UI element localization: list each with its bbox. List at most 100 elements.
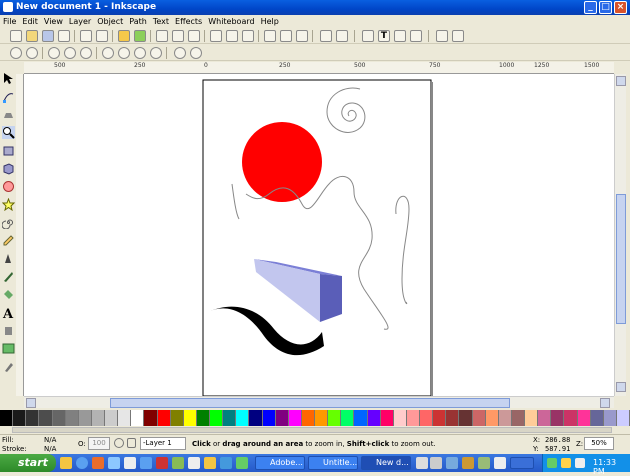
- menu-path[interactable]: Path: [126, 15, 150, 28]
- palette-swatch[interactable]: [433, 410, 447, 426]
- cut-icon[interactable]: [172, 30, 184, 42]
- vertical-scrollbar[interactable]: [614, 74, 626, 396]
- tray-icon[interactable]: [547, 458, 557, 468]
- palette-swatch[interactable]: [301, 410, 315, 426]
- zoom-fit-page-icon[interactable]: [134, 47, 146, 59]
- palette-swatch[interactable]: [551, 410, 565, 426]
- palette-swatch[interactable]: [472, 410, 486, 426]
- palette-swatch[interactable]: [525, 410, 539, 426]
- zoom-fit-drawing-icon[interactable]: [118, 47, 130, 59]
- text-font-icon[interactable]: T: [378, 30, 390, 42]
- palette-swatch[interactable]: [393, 410, 407, 426]
- copy-icon[interactable]: [156, 30, 168, 42]
- palette-swatch[interactable]: [275, 410, 289, 426]
- palette-swatch[interactable]: [511, 410, 525, 426]
- quick-launch-icon[interactable]: [156, 457, 168, 469]
- close-button[interactable]: ×: [614, 1, 627, 14]
- palette-swatch[interactable]: [26, 410, 40, 426]
- palette-swatch[interactable]: [65, 410, 79, 426]
- gradient-tool-icon[interactable]: [2, 342, 15, 355]
- palette-swatch[interactable]: [13, 410, 27, 426]
- ellipse-tool-icon[interactable]: [2, 180, 15, 193]
- zoom-in-icon[interactable]: [10, 47, 22, 59]
- drawing-canvas[interactable]: [24, 74, 614, 397]
- print-icon[interactable]: [58, 30, 70, 42]
- spiral-tool-icon[interactable]: [2, 216, 15, 229]
- rectangle-tool-icon[interactable]: [2, 144, 15, 157]
- quick-launch-icon[interactable]: [108, 457, 120, 469]
- palette-swatch[interactable]: [0, 410, 14, 426]
- duplicate-icon[interactable]: [264, 30, 276, 42]
- palette-swatch[interactable]: [131, 410, 145, 426]
- scroll-left-button[interactable]: [26, 398, 36, 408]
- palette-swatch[interactable]: [406, 410, 420, 426]
- zoom-fit-selection-icon[interactable]: [102, 47, 114, 59]
- palette-swatch[interactable]: [170, 410, 184, 426]
- zoom-drawing-icon[interactable]: [226, 30, 238, 42]
- quick-launch-icon[interactable]: [236, 457, 248, 469]
- task-icon[interactable]: [510, 457, 534, 469]
- menu-file[interactable]: File: [0, 15, 19, 28]
- tray-icon[interactable]: [561, 458, 571, 468]
- eye-icon[interactable]: [114, 438, 124, 448]
- clone-icon[interactable]: [280, 30, 292, 42]
- paste-icon[interactable]: [188, 30, 200, 42]
- palette-swatch[interactable]: [380, 410, 394, 426]
- quick-launch-browser-icon[interactable]: [76, 457, 88, 469]
- palette-swatch[interactable]: [590, 410, 604, 426]
- quick-launch-app-icon[interactable]: [92, 457, 104, 469]
- open-icon[interactable]: [26, 30, 38, 42]
- text-tool-icon[interactable]: A: [2, 306, 15, 319]
- lock-icon[interactable]: [127, 438, 136, 448]
- quick-launch-icon[interactable]: [140, 457, 152, 469]
- zoom-field[interactable]: 50%: [584, 437, 614, 450]
- canvas-drawing[interactable]: [24, 74, 614, 397]
- tray-icon[interactable]: [575, 458, 585, 468]
- 3d-box-tool-icon[interactable]: [2, 162, 15, 175]
- menu-object[interactable]: Object: [94, 15, 126, 28]
- paint-bucket-tool-icon[interactable]: [2, 288, 15, 301]
- maximize-button[interactable]: □: [599, 1, 612, 14]
- palette-swatch[interactable]: [315, 410, 329, 426]
- import-icon[interactable]: [80, 30, 92, 42]
- document-properties-icon[interactable]: [452, 30, 464, 42]
- zoom-1-2-icon[interactable]: [64, 47, 76, 59]
- palette-swatch[interactable]: [616, 410, 630, 426]
- horizontal-scrollbar[interactable]: [24, 396, 614, 408]
- export-icon[interactable]: [96, 30, 108, 42]
- redo-icon[interactable]: [134, 30, 146, 42]
- task-icon[interactable]: [416, 457, 428, 469]
- scroll-up-button[interactable]: [616, 76, 626, 86]
- task-new-document[interactable]: New d...: [361, 456, 411, 470]
- menu-edit[interactable]: Edit: [19, 15, 41, 28]
- ungroup-icon[interactable]: [336, 30, 348, 42]
- menu-whiteboard[interactable]: Whiteboard: [205, 15, 257, 28]
- palette-swatch[interactable]: [210, 410, 224, 426]
- quick-launch-icon[interactable]: [204, 457, 216, 469]
- scroll-down-button[interactable]: [616, 382, 626, 392]
- scroll-right-button[interactable]: [600, 398, 610, 408]
- dropper-tool-icon[interactable]: [2, 360, 15, 373]
- palette-swatch[interactable]: [196, 410, 210, 426]
- zoom-next-icon[interactable]: [190, 47, 202, 59]
- palette-swatch[interactable]: [341, 410, 355, 426]
- red-circle[interactable]: [242, 122, 322, 202]
- node-tool-icon[interactable]: [2, 90, 15, 103]
- new-document-icon[interactable]: [10, 30, 22, 42]
- menu-effects[interactable]: Effects: [172, 15, 205, 28]
- palette-swatch[interactable]: [446, 410, 460, 426]
- palette-swatch[interactable]: [262, 410, 276, 426]
- box-side-face[interactable]: [320, 274, 342, 322]
- palette-swatch[interactable]: [105, 410, 119, 426]
- quick-launch-icon[interactable]: [220, 457, 232, 469]
- palette-swatch[interactable]: [498, 410, 512, 426]
- palette-swatch[interactable]: [459, 410, 473, 426]
- palette-swatch[interactable]: [249, 410, 263, 426]
- task-icon[interactable]: [478, 457, 490, 469]
- palette-swatch[interactable]: [367, 410, 381, 426]
- menu-help[interactable]: Help: [258, 15, 282, 28]
- task-icon[interactable]: [430, 457, 442, 469]
- palette-swatch[interactable]: [118, 410, 132, 426]
- palette-swatch[interactable]: [52, 410, 66, 426]
- selector-tool-icon[interactable]: [2, 72, 15, 85]
